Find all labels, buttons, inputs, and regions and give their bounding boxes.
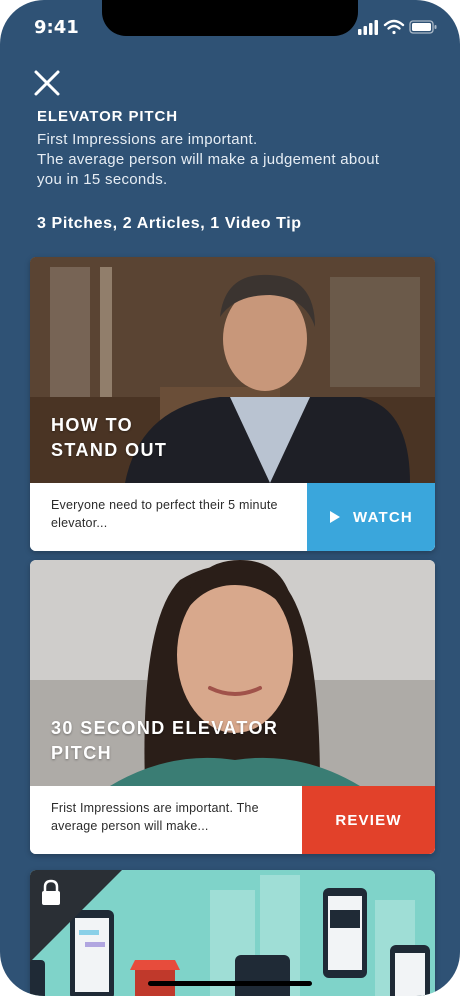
device-notch [102, 0, 358, 36]
card-how-to-stand-out[interactable]: HOW TO STAND OUT Everyone need to perfec… [30, 257, 435, 551]
card-footer: Everyone need to perfect their 5 minute … [30, 483, 435, 551]
status-icons [358, 19, 437, 35]
watch-button-label: WATCH [353, 508, 413, 526]
page-title: ELEVATOR PITCH [37, 108, 178, 125]
watch-button[interactable]: WATCH [307, 483, 435, 551]
review-button[interactable]: REVIEW [302, 786, 435, 854]
card-locked[interactable] [30, 870, 435, 996]
home-indicator[interactable] [148, 981, 312, 986]
review-button-label: REVIEW [335, 811, 402, 829]
card-30-second-elevator-pitch[interactable]: 30 SECOND ELEVATOR PITCH Frist Impressio… [30, 560, 435, 854]
page-description: First Impressions are important. The ave… [37, 130, 397, 190]
play-icon [330, 511, 341, 523]
signal-icon [358, 20, 378, 35]
card-image-woman: 30 SECOND ELEVATOR PITCH [30, 560, 435, 786]
content-summary: 3 Pitches, 2 Articles, 1 Video Tip [37, 215, 302, 232]
card-title-line-1: HOW TO [51, 415, 134, 435]
close-icon [34, 70, 60, 96]
close-button[interactable] [32, 68, 62, 98]
card-image-man: HOW TO STAND OUT [30, 257, 435, 483]
card-title-line-1: 30 SECOND ELEVATOR [51, 718, 279, 738]
card-title: 30 SECOND ELEVATOR PITCH [51, 716, 351, 766]
battery-icon [409, 20, 437, 34]
description-line-1: First Impressions are important. [37, 131, 258, 148]
phone-screen: 9:41 ELEVATOR PITCH First Impressions ar… [0, 0, 460, 996]
status-time: 9:41 [34, 17, 79, 38]
card-description: Frist Impressions are important. The ave… [51, 801, 259, 833]
card-title: HOW TO STAND OUT [51, 413, 351, 463]
card-footer: Frist Impressions are important. The ave… [30, 786, 435, 854]
lock-badge [30, 870, 122, 962]
wifi-icon [383, 19, 405, 35]
description-line-2: The average person will make a judgement… [37, 151, 380, 188]
card-description: Everyone need to perfect their 5 minute … [51, 498, 278, 530]
card-title-line-2: STAND OUT [51, 440, 168, 460]
card-title-line-2: PITCH [51, 743, 112, 763]
